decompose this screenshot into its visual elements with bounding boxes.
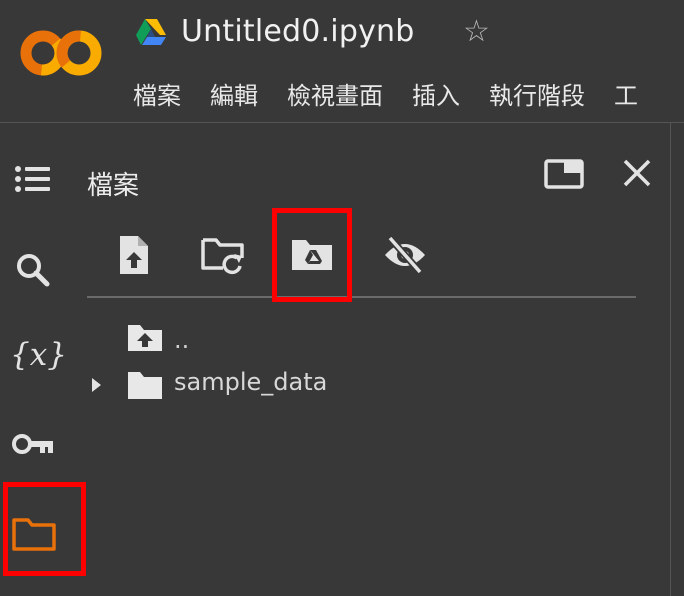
star-icon[interactable]: ☆ xyxy=(463,17,490,47)
parent-folder-icon[interactable] xyxy=(126,323,164,353)
menu-view[interactable]: 檢視畫面 xyxy=(287,76,383,111)
refresh-folder-icon[interactable] xyxy=(200,232,246,278)
variables-icon[interactable]: {x} xyxy=(10,332,67,378)
header-divider xyxy=(0,122,684,123)
chevron-right-icon[interactable] xyxy=(90,375,102,395)
google-drive-icon xyxy=(136,19,166,45)
menu-runtime[interactable]: 執行階段 xyxy=(489,76,585,111)
close-icon[interactable] xyxy=(620,156,654,190)
mount-drive-highlight xyxy=(272,208,352,302)
panel-title: 檔案 xyxy=(87,171,140,201)
notebook-title[interactable]: Untitled0.ipynb xyxy=(181,14,414,49)
menu-edit[interactable]: 編輯 xyxy=(210,76,258,111)
menu-insert[interactable]: 插入 xyxy=(412,76,460,111)
toolbar-divider xyxy=(87,296,636,298)
parent-folder-label[interactable]: .. xyxy=(174,326,189,354)
hide-hidden-files-icon[interactable] xyxy=(382,232,428,278)
menu-bar: 檔案 編輯 檢視畫面 插入 執行階段 工 xyxy=(133,76,667,111)
menu-file[interactable]: 檔案 xyxy=(133,76,181,111)
files-tab-highlight xyxy=(3,482,86,576)
search-icon[interactable] xyxy=(10,246,56,292)
colab-logo-icon[interactable] xyxy=(18,28,104,78)
key-icon[interactable] xyxy=(10,422,56,468)
sample-data-folder-label[interactable]: sample_data xyxy=(174,368,327,396)
maximize-panel-icon[interactable] xyxy=(544,158,584,190)
menu-tools[interactable]: 工 xyxy=(614,76,638,111)
folder-icon xyxy=(128,372,162,399)
panel-divider xyxy=(670,123,671,596)
upload-file-icon[interactable] xyxy=(112,232,158,278)
table-of-contents-icon[interactable] xyxy=(10,158,56,204)
